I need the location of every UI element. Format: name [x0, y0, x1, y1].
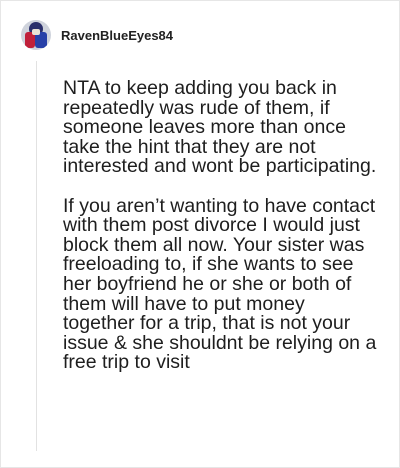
comment-card: RavenBlueEyes84 NTA to keep adding you b… [0, 0, 400, 468]
comment-header: RavenBlueEyes84 [21, 17, 173, 53]
username[interactable]: RavenBlueEyes84 [61, 28, 173, 43]
comment-paragraph: NTA to keep adding you back in repeatedl… [63, 77, 377, 178]
user-avatar-icon[interactable] [21, 20, 51, 50]
comment-paragraph: If you aren’t wanting to have contact wi… [63, 194, 377, 374]
thread-line [36, 61, 37, 451]
comment-body: NTA to keep adding you back in repeatedl… [63, 77, 381, 393]
